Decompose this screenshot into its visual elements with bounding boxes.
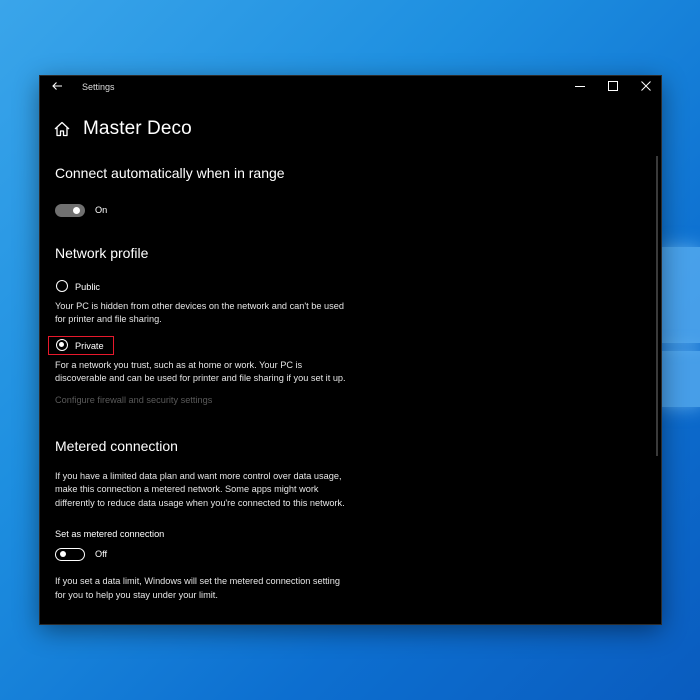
metered-state: Off [95,549,108,559]
private-radio[interactable] [56,339,68,351]
private-description-line-2: discoverable and can be used for printer… [55,373,346,383]
private-radio-label[interactable]: Private [75,341,104,351]
logo-pane-lower [658,351,700,407]
data-limit-description-line-2: for you to help you stay under your limi… [55,590,218,600]
auto-connect-heading: Connect automatically when in range [55,165,285,181]
page-header: Master Deco [53,118,192,139]
arrow-left-icon [52,82,62,90]
window-title: Settings [82,82,115,92]
page-title: Master Deco [83,118,192,139]
network-profile-heading: Network profile [55,245,149,261]
windows-logo-wallpaper [658,247,700,407]
toggle-knob [60,551,66,557]
settings-window: Settings Master Deco Connect automatical… [40,76,661,624]
public-description-line-2: for printer and file sharing. [55,314,162,324]
metered-description-line-1: If you have a limited data plan and want… [55,471,342,481]
metered-connection-heading: Metered connection [55,438,178,454]
maximize-button[interactable] [605,80,621,96]
toggle-knob [73,207,80,214]
auto-connect-toggle[interactable] [55,204,85,217]
minimize-button[interactable] [572,80,588,96]
set-metered-label: Set as metered connection [55,529,165,539]
firewall-settings-link[interactable]: Configure firewall and security settings [55,395,212,405]
metered-description-line-3: differently to reduce data usage when yo… [55,498,345,508]
title-bar: Settings [40,76,661,100]
data-limit-description-line-1: If you set a data limit, Windows will se… [55,576,340,586]
back-button[interactable] [48,79,66,97]
close-button[interactable] [638,80,654,96]
radio-selected-dot [59,342,64,347]
metered-description-line-2: make this connection a metered network. … [55,484,319,494]
scrollbar[interactable] [656,156,658,456]
maximize-icon [608,81,618,91]
public-description-line-1: Your PC is hidden from other devices on … [55,301,344,311]
minimize-icon [575,86,585,87]
logo-pane-upper [658,247,700,343]
home-icon[interactable] [53,120,71,138]
close-icon [641,81,651,91]
metered-toggle[interactable] [55,548,85,561]
auto-connect-state: On [95,205,108,215]
public-radio[interactable] [56,280,68,292]
private-description-line-1: For a network you trust, such as at home… [55,360,303,370]
public-radio-label[interactable]: Public [75,282,100,292]
